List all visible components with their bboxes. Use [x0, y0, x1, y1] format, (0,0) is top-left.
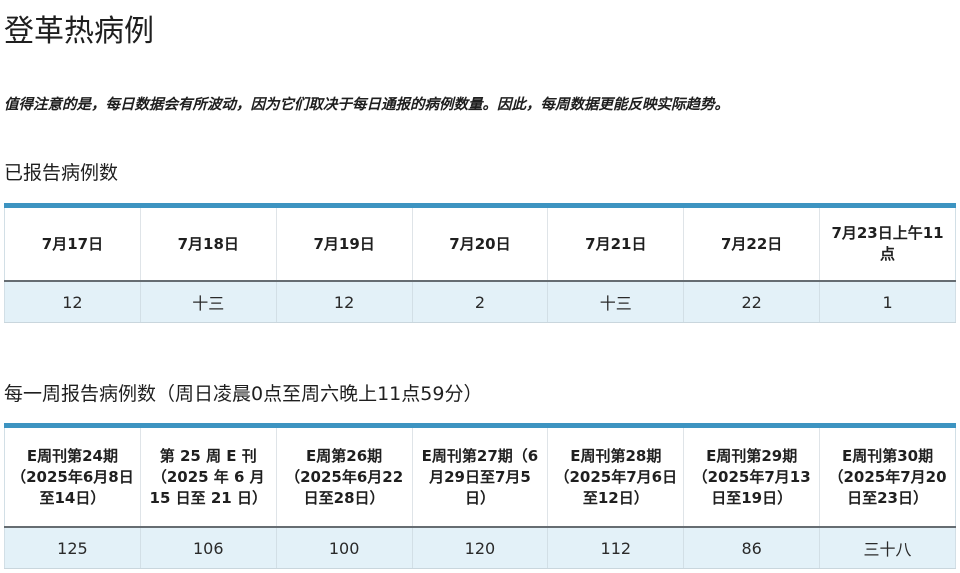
- daily-value-cell: 十三: [547, 281, 684, 323]
- weekly-values-row: 125 106 100 120 112 86 三十八: [4, 527, 956, 569]
- daily-value-cell: 12: [275, 281, 413, 323]
- weekly-header-row: E周刊第24期（2025年6月8日至14日） 第 25 周 E 刊（2025 年…: [4, 425, 956, 528]
- weekly-header-cell: 第 25 周 E 刊（2025 年 6 月 15 日至 21 日）: [139, 425, 277, 528]
- daily-value-cell: 12: [4, 281, 141, 323]
- daily-header-row: 7月17日 7月18日 7月19日 7月20日 7月21日 7月22日 7月23…: [4, 205, 956, 282]
- daily-value-cell: 1: [819, 281, 956, 323]
- daily-header-cell: 7月20日: [411, 205, 548, 282]
- page: 登革热病例 值得注意的是，每日数据会有所波动，因为它们取决于每日通报的病例数量。…: [0, 0, 960, 573]
- daily-header-cell: 7月19日: [275, 205, 413, 282]
- weekly-header-cell: E周刊第30期（2025年7月20日至23日）: [819, 425, 956, 528]
- daily-cases-table: 7月17日 7月18日 7月19日 7月20日 7月21日 7月22日 7月23…: [4, 203, 956, 323]
- daily-header-cell: 7月23日上午11点: [819, 205, 956, 282]
- weekly-value-cell: 112: [547, 527, 684, 569]
- daily-values-row: 12 十三 12 2 十三 22 1: [4, 281, 956, 323]
- weekly-header-cell: E周第26期（2025年6月22日至28日）: [275, 425, 413, 528]
- page-title: 登革热病例: [4, 14, 154, 49]
- daily-value-cell: 十三: [139, 281, 277, 323]
- weekly-value-cell: 120: [411, 527, 548, 569]
- daily-cases-heading: 已报告病例数: [4, 162, 119, 184]
- weekly-value-cell: 86: [683, 527, 820, 569]
- weekly-header-cell: E周刊第24期（2025年6月8日至14日）: [4, 425, 141, 528]
- weekly-value-cell: 106: [139, 527, 277, 569]
- weekly-value-cell: 125: [4, 527, 141, 569]
- daily-header-cell: 7月22日: [683, 205, 820, 282]
- weekly-header-cell: E周刊第27期（6月29日至7月5日）: [411, 425, 548, 528]
- daily-value-cell: 2: [411, 281, 548, 323]
- weekly-header-cell: E周刊第28期（2025年7月6日至12日）: [547, 425, 684, 528]
- weekly-cases-table: E周刊第24期（2025年6月8日至14日） 第 25 周 E 刊（2025 年…: [4, 423, 956, 569]
- weekly-header-cell: E周刊第29期（2025年7月13日至19日）: [683, 425, 820, 528]
- daily-header-cell: 7月18日: [139, 205, 277, 282]
- weekly-cases-heading: 每一周报告病例数（周日凌晨0点至周六晚上11点59分）: [4, 383, 483, 405]
- daily-header-cell: 7月21日: [547, 205, 684, 282]
- weekly-value-cell: 100: [275, 527, 413, 569]
- weekly-value-cell: 三十八: [819, 527, 956, 569]
- daily-header-cell: 7月17日: [4, 205, 141, 282]
- daily-value-cell: 22: [683, 281, 820, 323]
- data-fluctuation-note: 值得注意的是，每日数据会有所波动，因为它们取决于每日通报的病例数量。因此，每周数…: [4, 97, 729, 113]
